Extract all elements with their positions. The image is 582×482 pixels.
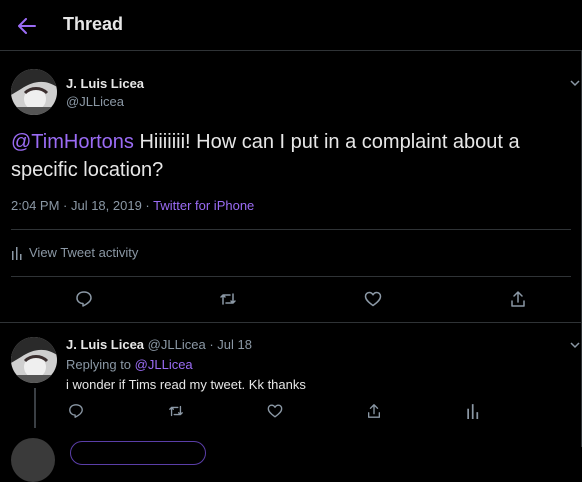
view-activity-label: View Tweet activity bbox=[29, 245, 139, 260]
top-bar: Thread bbox=[0, 0, 582, 51]
mention-link[interactable]: @TimHortons bbox=[11, 131, 134, 153]
analytics-icon bbox=[467, 404, 479, 419]
share-icon bbox=[368, 404, 380, 418]
reply-avatar[interactable] bbox=[11, 337, 57, 383]
share-button[interactable] bbox=[507, 288, 529, 310]
tweet-meta: 2:04 PM · Jul 18, 2019 · Twitter for iPh… bbox=[11, 198, 254, 213]
retweet-button[interactable] bbox=[217, 288, 239, 310]
replying-label: Replying to bbox=[66, 357, 135, 372]
avatar[interactable] bbox=[11, 69, 57, 115]
tweet-timestamp[interactable]: 2:04 PM · Jul 18, 2019 · bbox=[11, 198, 153, 213]
avatar-image bbox=[11, 69, 57, 115]
reply-button[interactable] bbox=[66, 401, 86, 421]
back-arrow-icon bbox=[18, 18, 36, 34]
share-button[interactable] bbox=[364, 401, 384, 421]
like-icon bbox=[364, 291, 382, 307]
page-title: Thread bbox=[63, 14, 124, 34]
retweet-button[interactable] bbox=[166, 401, 186, 421]
reply-author-name[interactable]: J. Luis Licea bbox=[66, 337, 144, 352]
like-button[interactable] bbox=[362, 288, 384, 310]
tweet-source[interactable]: Twitter for iPhone bbox=[153, 198, 254, 213]
reply-author-handle[interactable]: @JLLicea bbox=[148, 337, 206, 352]
analytics-button[interactable] bbox=[463, 401, 483, 421]
chevron-down-icon[interactable] bbox=[570, 78, 580, 88]
show-more-button[interactable] bbox=[70, 441, 206, 465]
analytics-icon bbox=[12, 246, 22, 260]
next-avatar[interactable] bbox=[11, 438, 55, 482]
chevron-down-icon[interactable] bbox=[570, 340, 580, 350]
thread-connector-line bbox=[34, 388, 36, 428]
retweet-icon bbox=[220, 293, 236, 305]
retweet-icon bbox=[169, 405, 183, 417]
reply-icon bbox=[69, 404, 83, 418]
thread-divider bbox=[0, 322, 582, 323]
back-button[interactable] bbox=[14, 13, 40, 39]
avatar-image bbox=[11, 337, 57, 383]
replying-to: Replying to @JLLicea bbox=[66, 357, 193, 372]
divider bbox=[11, 276, 571, 277]
author-name[interactable]: J. Luis Licea bbox=[66, 76, 144, 91]
author-handle[interactable]: @JLLicea bbox=[66, 94, 124, 109]
reply-icon bbox=[76, 291, 92, 307]
share-icon bbox=[511, 291, 525, 307]
reply-header: J. Luis Licea @JLLicea · Jul 18 bbox=[66, 337, 252, 352]
reply-button[interactable] bbox=[73, 288, 95, 310]
replying-mention[interactable]: @JLLicea bbox=[135, 357, 193, 372]
like-icon bbox=[267, 404, 283, 418]
reply-text: i wonder if Tims read my tweet. Kk thank… bbox=[66, 377, 306, 392]
reply-date[interactable]: · Jul 18 bbox=[209, 337, 252, 352]
view-activity-button[interactable]: View Tweet activity bbox=[11, 245, 138, 260]
tweet-text: @TimHortons Hiiiiiii! How can I put in a… bbox=[11, 128, 571, 184]
divider bbox=[11, 229, 571, 230]
like-button[interactable] bbox=[265, 401, 285, 421]
